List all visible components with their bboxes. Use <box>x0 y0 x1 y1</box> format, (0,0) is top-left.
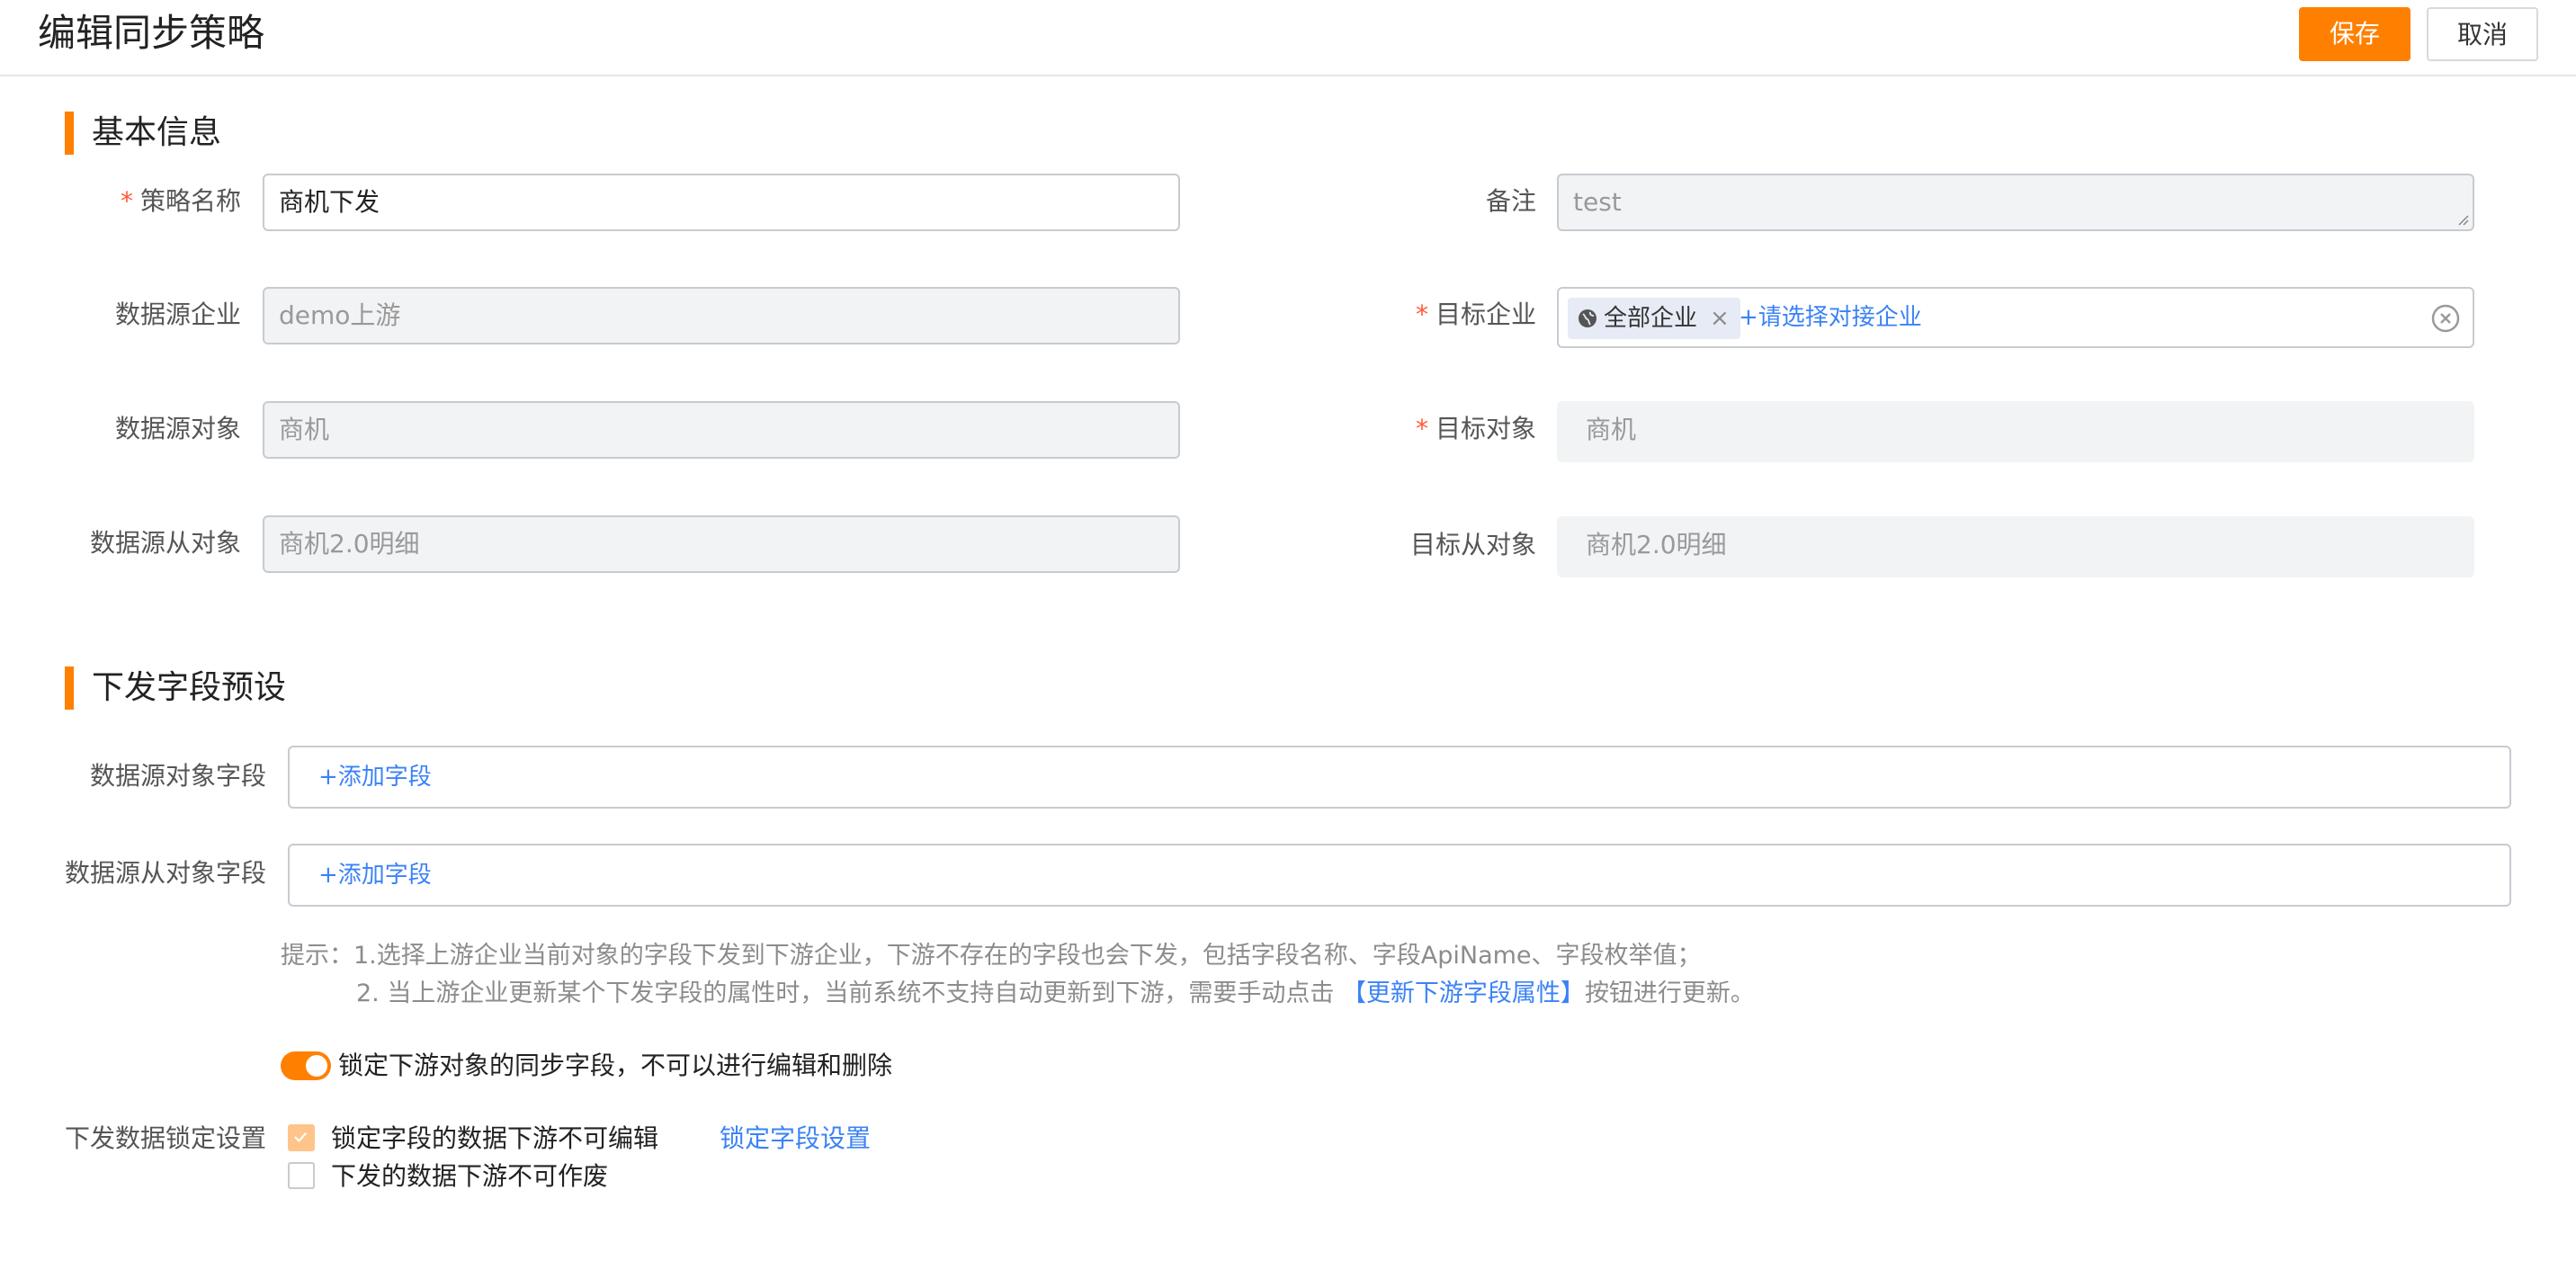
add-field-link[interactable]: +添加字段 <box>318 747 432 807</box>
section-title-field-preset: 下发字段预设 <box>65 666 286 710</box>
source-object-input: 商机 <box>263 401 1180 459</box>
select-enterprise-link[interactable]: +请选择对接企业 <box>1739 289 1922 346</box>
enterprise-tag-label: 全部企业 <box>1604 305 1698 332</box>
required-mark: * <box>1415 300 1428 329</box>
tip-line-1: 提示：1.选择上游企业当前对象的字段下发到下游企业，下游不存在的字段也会下发，包… <box>281 942 1702 970</box>
lock-settings-label: 下发数据锁定设置 <box>65 1123 267 1153</box>
strategy-name-label: * 策略名称 <box>120 186 241 216</box>
clear-circle-icon[interactable] <box>2431 304 2460 333</box>
page-title: 编辑同步策略 <box>38 11 265 55</box>
required-mark: * <box>120 186 133 216</box>
target-sub-object-input: 商机2.0明细 <box>1557 516 2474 577</box>
source-object-fields-box: +添加字段 <box>288 746 2511 809</box>
enterprise-tag: 全部企业 × <box>1568 298 1740 339</box>
source-sub-object-input: 商机2.0明细 <box>263 515 1180 573</box>
save-button[interactable]: 保存 <box>2299 7 2411 61</box>
source-object-label: 数据源对象 <box>114 414 241 443</box>
globe-icon <box>1579 309 1597 327</box>
check-icon <box>294 1132 308 1143</box>
page-header: 编辑同步策略 保存 取消 <box>0 0 2576 76</box>
no-void-checkbox-label: 下发的数据下游不可作废 <box>331 1161 609 1191</box>
source-sub-object-label: 数据源从对象 <box>89 528 241 558</box>
add-field-link[interactable]: +添加字段 <box>318 845 432 905</box>
lock-edit-checkbox[interactable] <box>288 1124 315 1151</box>
lock-fields-switch[interactable] <box>281 1051 331 1080</box>
target-object-label: * 目标对象 <box>1415 414 1536 443</box>
target-enterprise-label: * 目标企业 <box>1415 300 1536 329</box>
strategy-name-input[interactable]: 商机下发 <box>263 174 1180 231</box>
target-enterprise-selector[interactable]: 全部企业 × +请选择对接企业 <box>1557 287 2474 348</box>
no-void-checkbox[interactable] <box>288 1162 315 1189</box>
source-sub-object-fields-box: +添加字段 <box>288 844 2511 907</box>
source-object-fields-label: 数据源对象字段 <box>89 761 266 791</box>
section-title-basic-info: 基本信息 <box>65 112 221 155</box>
cancel-button[interactable]: 取消 <box>2427 7 2538 61</box>
remark-label: 备注 <box>1485 186 1536 216</box>
remark-textarea[interactable]: test <box>1557 174 2474 231</box>
lock-field-settings-link[interactable]: 锁定字段设置 <box>720 1121 871 1157</box>
source-enterprise-input: demo上游 <box>263 287 1180 344</box>
required-mark: * <box>1415 414 1428 443</box>
target-sub-object-label: 目标从对象 <box>1409 530 1536 559</box>
source-enterprise-label: 数据源企业 <box>114 300 241 329</box>
lock-fields-switch-label: 锁定下游对象的同步字段，不可以进行编辑和删除 <box>338 1051 893 1080</box>
source-sub-object-fields-label: 数据源从对象字段 <box>64 858 266 888</box>
target-object-input: 商机 <box>1557 401 2474 462</box>
lock-edit-checkbox-label: 锁定字段的数据下游不可编辑 <box>331 1123 659 1153</box>
update-downstream-fields-link[interactable]: 【更新下游字段属性】 <box>1342 979 1585 1007</box>
tag-close-icon[interactable]: × <box>1710 298 1730 339</box>
tip-line-2: 2. 当上游企业更新某个下发字段的属性时，当前系统不支持自动更新到下游，需要手动… <box>356 979 1755 1007</box>
resize-handle-icon[interactable] <box>2456 213 2469 226</box>
